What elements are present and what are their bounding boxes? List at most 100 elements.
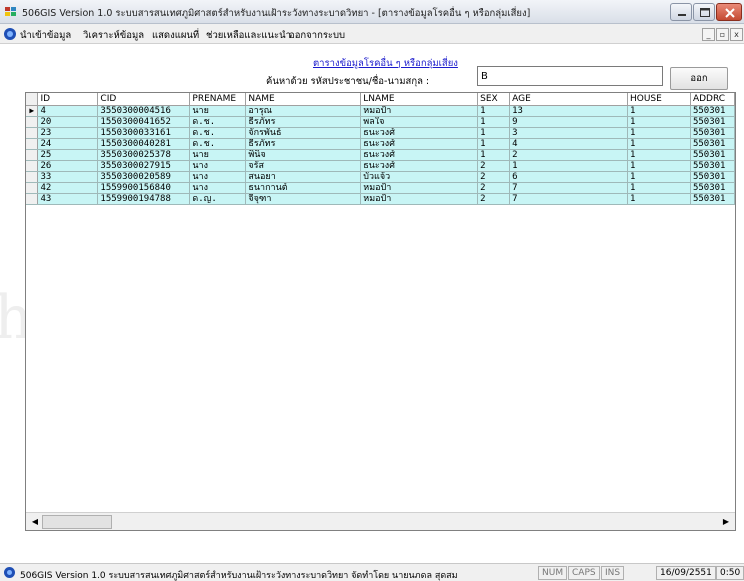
- table-row[interactable]: 24 1550300040281 ด.ช. ธีรภัทร ธนะวงศ์ 1 …: [26, 138, 735, 150]
- table-cell[interactable]: 1550300033161: [97, 127, 191, 139]
- row-selector[interactable]: [26, 171, 39, 183]
- table-cell[interactable]: 3550300027915: [97, 160, 191, 172]
- table-cell[interactable]: ธนะวงศ์: [360, 138, 479, 150]
- table-cell[interactable]: ด.ญ.: [189, 193, 247, 205]
- table-cell[interactable]: 20: [37, 116, 99, 128]
- table-cell[interactable]: บัวแจ้ว: [360, 171, 479, 183]
- column-header[interactable]: ID: [37, 93, 99, 106]
- table-cell[interactable]: 2: [477, 171, 511, 183]
- table-cell[interactable]: ธนะวงศ์: [360, 127, 479, 139]
- data-grid[interactable]: ID CID PRENAME NAME LNAME SEX AGE HOUSE …: [25, 92, 736, 531]
- table-cell[interactable]: จีจุฑา: [245, 193, 362, 205]
- menu-import-data[interactable]: นำเข้าข้อมูล: [20, 28, 71, 43]
- table-cell[interactable]: 2: [477, 160, 511, 172]
- menu-show-map[interactable]: แสดงแผนที่: [152, 28, 199, 43]
- table-cell[interactable]: 550301: [690, 182, 735, 194]
- table-cell[interactable]: 1: [627, 171, 691, 183]
- table-cell[interactable]: ด.ช.: [189, 127, 247, 139]
- table-cell[interactable]: 2: [477, 182, 511, 194]
- table-cell[interactable]: 550301: [690, 171, 735, 183]
- table-cell[interactable]: 1: [477, 105, 511, 117]
- menu-analyze-data[interactable]: วิเคราะห์ข้อมูล: [83, 28, 144, 43]
- menu-exit-system[interactable]: ออกจากระบบ: [289, 28, 345, 43]
- table-cell[interactable]: ธนากานต์: [245, 182, 362, 194]
- table-cell[interactable]: นาง: [189, 182, 247, 194]
- minimize-button[interactable]: [670, 3, 692, 21]
- table-cell[interactable]: 25: [37, 149, 99, 161]
- table-cell[interactable]: พินิจ: [245, 149, 362, 161]
- table-cell[interactable]: 33: [37, 171, 99, 183]
- mdi-close-button[interactable]: x: [730, 28, 743, 41]
- table-cell[interactable]: ธีรภัทร: [245, 116, 362, 128]
- column-header[interactable]: PRENAME: [189, 93, 247, 106]
- table-cell[interactable]: 2: [509, 149, 628, 161]
- column-header[interactable]: AGE: [509, 93, 628, 106]
- table-cell[interactable]: 3: [509, 127, 628, 139]
- column-header[interactable]: HOUSE: [627, 93, 691, 106]
- row-selector[interactable]: [26, 127, 39, 139]
- table-cell[interactable]: หมอป้า: [360, 105, 479, 117]
- table-cell[interactable]: สนอยา: [245, 171, 362, 183]
- menu-help[interactable]: ช่วยเหลือและแนะนำ: [206, 28, 291, 43]
- table-cell[interactable]: 4: [509, 138, 628, 150]
- table-row[interactable]: 43 1559900194788 ด.ญ. จีจุฑา หมอป้า 2 7 …: [26, 193, 735, 205]
- search-input[interactable]: [477, 66, 663, 86]
- table-cell[interactable]: 1: [627, 182, 691, 194]
- table-row[interactable]: 20 1550300041652 ด.ช. ธีรภัทร พลใจ 1 9 1…: [26, 116, 735, 128]
- table-cell[interactable]: 550301: [690, 138, 735, 150]
- column-header[interactable]: LNAME: [360, 93, 479, 106]
- scroll-thumb[interactable]: [42, 515, 112, 529]
- maximize-button[interactable]: [693, 3, 715, 21]
- table-cell[interactable]: 6: [509, 171, 628, 183]
- table-cell[interactable]: 13: [509, 105, 628, 117]
- table-cell[interactable]: 550301: [690, 127, 735, 139]
- table-cell[interactable]: นาง: [189, 160, 247, 172]
- table-cell[interactable]: 1: [477, 149, 511, 161]
- scroll-left-arrow-icon[interactable]: ◀: [28, 515, 42, 529]
- table-cell[interactable]: 1: [627, 138, 691, 150]
- table-cell[interactable]: 550301: [690, 193, 735, 205]
- table-row[interactable]: 23 1550300033161 ด.ช. จักรพันธ์ ธนะวงศ์ …: [26, 127, 735, 139]
- table-cell[interactable]: อารุณ: [245, 105, 362, 117]
- table-cell[interactable]: 1550300041652: [97, 116, 191, 128]
- table-cell[interactable]: หมอป้า: [360, 182, 479, 194]
- row-selector[interactable]: [26, 116, 39, 128]
- form-title-link[interactable]: ตารางข้อมูลโรคอื่น ๆ หรือกลุ่มเสี่ยง: [313, 56, 458, 71]
- table-cell[interactable]: 550301: [690, 105, 735, 117]
- mdi-minimize-button[interactable]: _: [702, 28, 715, 41]
- table-cell[interactable]: 1: [627, 149, 691, 161]
- table-cell[interactable]: 23: [37, 127, 99, 139]
- table-cell[interactable]: 550301: [690, 160, 735, 172]
- table-cell[interactable]: ธนะวงศ์: [360, 149, 479, 161]
- table-cell[interactable]: 42: [37, 182, 99, 194]
- table-cell[interactable]: นาง: [189, 171, 247, 183]
- row-selector[interactable]: [26, 182, 39, 194]
- close-button[interactable]: [716, 3, 742, 21]
- table-cell[interactable]: นาย: [189, 105, 247, 117]
- table-cell[interactable]: 1: [509, 160, 628, 172]
- row-selector[interactable]: [26, 149, 39, 161]
- table-cell[interactable]: 1: [627, 116, 691, 128]
- row-selector[interactable]: [26, 138, 39, 150]
- table-cell[interactable]: 1559900156840: [97, 182, 191, 194]
- table-cell[interactable]: 1: [627, 105, 691, 117]
- row-selector[interactable]: [26, 193, 39, 205]
- table-cell[interactable]: ด.ช.: [189, 138, 247, 150]
- mdi-restore-button[interactable]: ▫: [716, 28, 729, 41]
- row-selector[interactable]: [26, 160, 39, 172]
- column-header[interactable]: CID: [97, 93, 191, 106]
- scroll-right-arrow-icon[interactable]: ▶: [719, 515, 733, 529]
- column-header[interactable]: NAME: [245, 93, 362, 106]
- table-row[interactable]: 25 3550300025378 นาย พินิจ ธนะวงศ์ 1 2 1…: [26, 149, 735, 161]
- table-cell[interactable]: 7: [509, 182, 628, 194]
- table-cell[interactable]: ธีรภัทร: [245, 138, 362, 150]
- table-cell[interactable]: 550301: [690, 116, 735, 128]
- table-cell[interactable]: 26: [37, 160, 99, 172]
- table-cell[interactable]: 1: [477, 116, 511, 128]
- column-header[interactable]: ADDRC: [690, 93, 735, 106]
- table-cell[interactable]: 1550300040281: [97, 138, 191, 150]
- table-cell[interactable]: 1: [627, 160, 691, 172]
- table-cell[interactable]: ด.ช.: [189, 116, 247, 128]
- table-cell[interactable]: 1: [477, 127, 511, 139]
- table-cell[interactable]: 3550300004516: [97, 105, 191, 117]
